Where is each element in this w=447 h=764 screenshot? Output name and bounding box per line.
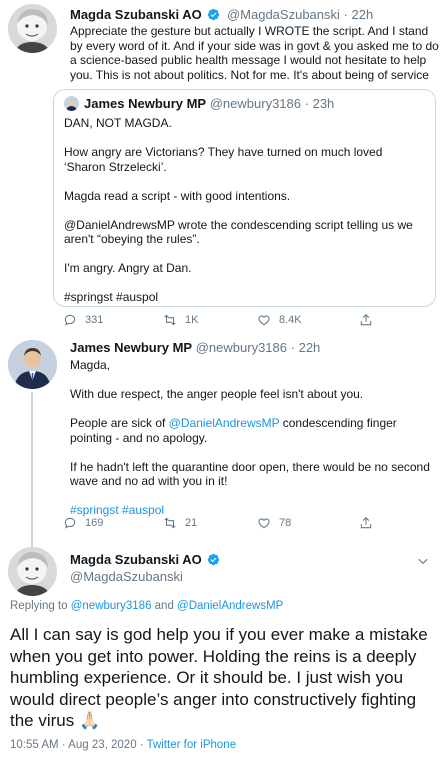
- replying-user-andrews[interactable]: @DanielAndrewsMP: [177, 600, 283, 612]
- reply-p3-pre: People are sick of: [70, 416, 169, 430]
- reply-count: 169: [85, 517, 104, 529]
- retweet-icon: [164, 517, 176, 529]
- quoted-p5: I'm angry. Angry at Dan.: [64, 261, 192, 275]
- main-author-name[interactable]: Magda Szubanski AO: [70, 552, 202, 567]
- retweet-button[interactable]: 1K: [163, 313, 198, 327]
- thread-line: [31, 392, 33, 548]
- reply-icon: [64, 314, 76, 326]
- avatar-magda[interactable]: [8, 4, 57, 53]
- verified-badge-icon: [208, 8, 220, 21]
- author-name[interactable]: Magda Szubanski AO: [70, 7, 202, 22]
- avatar-magda-main[interactable]: [8, 547, 57, 596]
- avatar-newbury-small: [64, 96, 79, 111]
- author-handle[interactable]: @newbury3186: [196, 340, 287, 355]
- reply-button[interactable]: 331: [63, 313, 103, 327]
- replying-to: Replying to @newbury3186 and @DanielAndr…: [10, 600, 283, 612]
- tweet-text: Magda, With due respect, the anger peopl…: [70, 358, 442, 518]
- tweet-time[interactable]: 22h: [299, 340, 321, 355]
- tweet-actions: 331 1K 8.4K: [64, 313, 440, 331]
- tweet-newbury-reply[interactable]: James Newbury MP @newbury3186 · 22h Magd…: [0, 334, 447, 548]
- tweet-timestamp[interactable]: 10:55 AM · Aug 23, 2020 ·: [10, 739, 147, 751]
- quoted-author-handle: @newbury3186: [209, 96, 301, 111]
- verified-badge-icon: [208, 553, 220, 566]
- like-button[interactable]: 78: [257, 516, 291, 530]
- quoted-p2: How angry are Victorians? They have turn…: [64, 145, 383, 174]
- reply-p2: With due respect, the anger people feel …: [70, 387, 364, 401]
- tweet-actions: 169 21 78: [64, 516, 440, 534]
- retweet-count: 1K: [185, 314, 199, 326]
- separator: ·: [290, 340, 295, 355]
- retweet-button[interactable]: 21: [163, 516, 197, 530]
- reply-p4: If he hadn't left the quarantine door op…: [70, 459, 430, 489]
- reply-icon: [64, 517, 76, 529]
- main-tweet-text: All I can say is god help you if you eve…: [10, 625, 428, 730]
- replying-prefix: Replying to: [10, 600, 71, 612]
- like-count: 78: [279, 517, 292, 529]
- quoted-hashtags: #springst #auspol: [64, 290, 159, 304]
- retweet-icon: [164, 314, 176, 326]
- quoted-p3: Magda read a script - with good intentio…: [64, 188, 291, 203]
- like-icon: [258, 315, 270, 326]
- quoted-tweet-text: DAN, NOT MAGDA. How angry are Victorians…: [64, 116, 426, 305]
- share-button[interactable]: [359, 313, 373, 327]
- tweet-text: Appreciate the gesture but actually I WR…: [70, 24, 442, 82]
- like-count: 8.4K: [279, 314, 302, 326]
- like-button[interactable]: 8.4K: [257, 313, 302, 327]
- tweet-time[interactable]: 22h: [352, 7, 374, 22]
- separator: ·: [304, 96, 309, 111]
- quoted-p4: @DanielAndrewsMP wrote the condescending…: [64, 217, 413, 247]
- share-button[interactable]: [359, 516, 373, 530]
- reply-count: 331: [85, 314, 104, 326]
- reply-p3: People are sick of @DanielAndrewsMP cond…: [70, 416, 442, 445]
- replying-user-newbury[interactable]: @newbury3186: [71, 600, 152, 612]
- reply-p1: Magda,: [70, 358, 111, 372]
- share-icon: [360, 314, 372, 326]
- tweet-magda-1[interactable]: Magda Szubanski AO @MagdaSzubanski · 22h…: [0, 0, 447, 330]
- quoted-p1: DAN, NOT MAGDA.: [64, 116, 172, 130]
- avatar-newbury[interactable]: [8, 340, 57, 389]
- separator: ·: [343, 7, 348, 22]
- reply-button[interactable]: 169: [63, 516, 103, 530]
- retweet-count: 21: [185, 517, 198, 529]
- tweet-body: Appreciate the gesture but actually I WR…: [70, 24, 439, 82]
- share-icon: [360, 517, 372, 529]
- mention-link[interactable]: @DanielAndrewsMP: [169, 416, 280, 430]
- chevron-down-icon[interactable]: [416, 554, 430, 568]
- main-author-line: Magda Szubanski AO: [70, 552, 223, 568]
- author-name[interactable]: James Newbury MP: [70, 340, 192, 355]
- tweet-meta: 10:55 AM · Aug 23, 2020 · Twitter for iP…: [10, 739, 236, 751]
- main-author-handle[interactable]: @MagdaSzubanski: [70, 569, 183, 584]
- replying-and: and: [151, 600, 178, 612]
- tweet-client[interactable]: Twitter for iPhone: [147, 739, 236, 751]
- author-handle[interactable]: @MagdaSzubanski: [227, 7, 340, 22]
- like-icon: [258, 518, 270, 529]
- quoted-author-name: James Newbury MP: [84, 96, 207, 111]
- quoted-tweet-time: 23h: [312, 96, 335, 111]
